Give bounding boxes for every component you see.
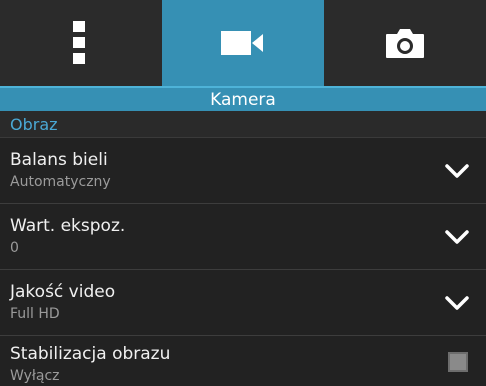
setting-exposure[interactable]: Wart. ekspoz. 0 <box>0 204 486 270</box>
section-header-image: Obraz <box>0 111 486 138</box>
more-vertical-icon <box>73 21 85 64</box>
chevron-down-icon[interactable] <box>444 294 470 312</box>
section-title: Obraz <box>10 114 58 134</box>
setting-image-stabilization[interactable]: Stabilizacja obrazu Wyłącz <box>0 336 486 386</box>
page-title-bar: Kamera <box>0 86 486 111</box>
camera-settings-screen: Kamera Obraz Balans bieli Automatyczny W… <box>0 0 486 386</box>
camera-icon <box>386 29 424 58</box>
tab-general-settings[interactable] <box>0 0 162 86</box>
setting-title: Wart. ekspoz. <box>10 216 126 236</box>
tab-video-settings[interactable] <box>162 0 324 86</box>
setting-value: 0 <box>10 240 19 256</box>
settings-tabbar <box>0 0 486 86</box>
page-title: Kamera <box>210 89 276 110</box>
setting-value: Wyłącz <box>10 368 60 384</box>
setting-white-balance[interactable]: Balans bieli Automatyczny <box>0 138 486 204</box>
tab-photo-settings[interactable] <box>324 0 486 86</box>
stabilization-checkbox[interactable] <box>448 352 468 372</box>
setting-title: Jakość video <box>10 282 116 302</box>
setting-title: Balans bieli <box>10 150 108 170</box>
setting-value: Full HD <box>10 306 60 322</box>
chevron-down-icon[interactable] <box>444 228 470 246</box>
video-camera-icon <box>221 31 263 55</box>
setting-title: Stabilizacja obrazu <box>10 344 171 364</box>
setting-video-quality[interactable]: Jakość video Full HD <box>0 270 486 336</box>
setting-value: Automatyczny <box>10 174 111 190</box>
chevron-down-icon[interactable] <box>444 162 470 180</box>
